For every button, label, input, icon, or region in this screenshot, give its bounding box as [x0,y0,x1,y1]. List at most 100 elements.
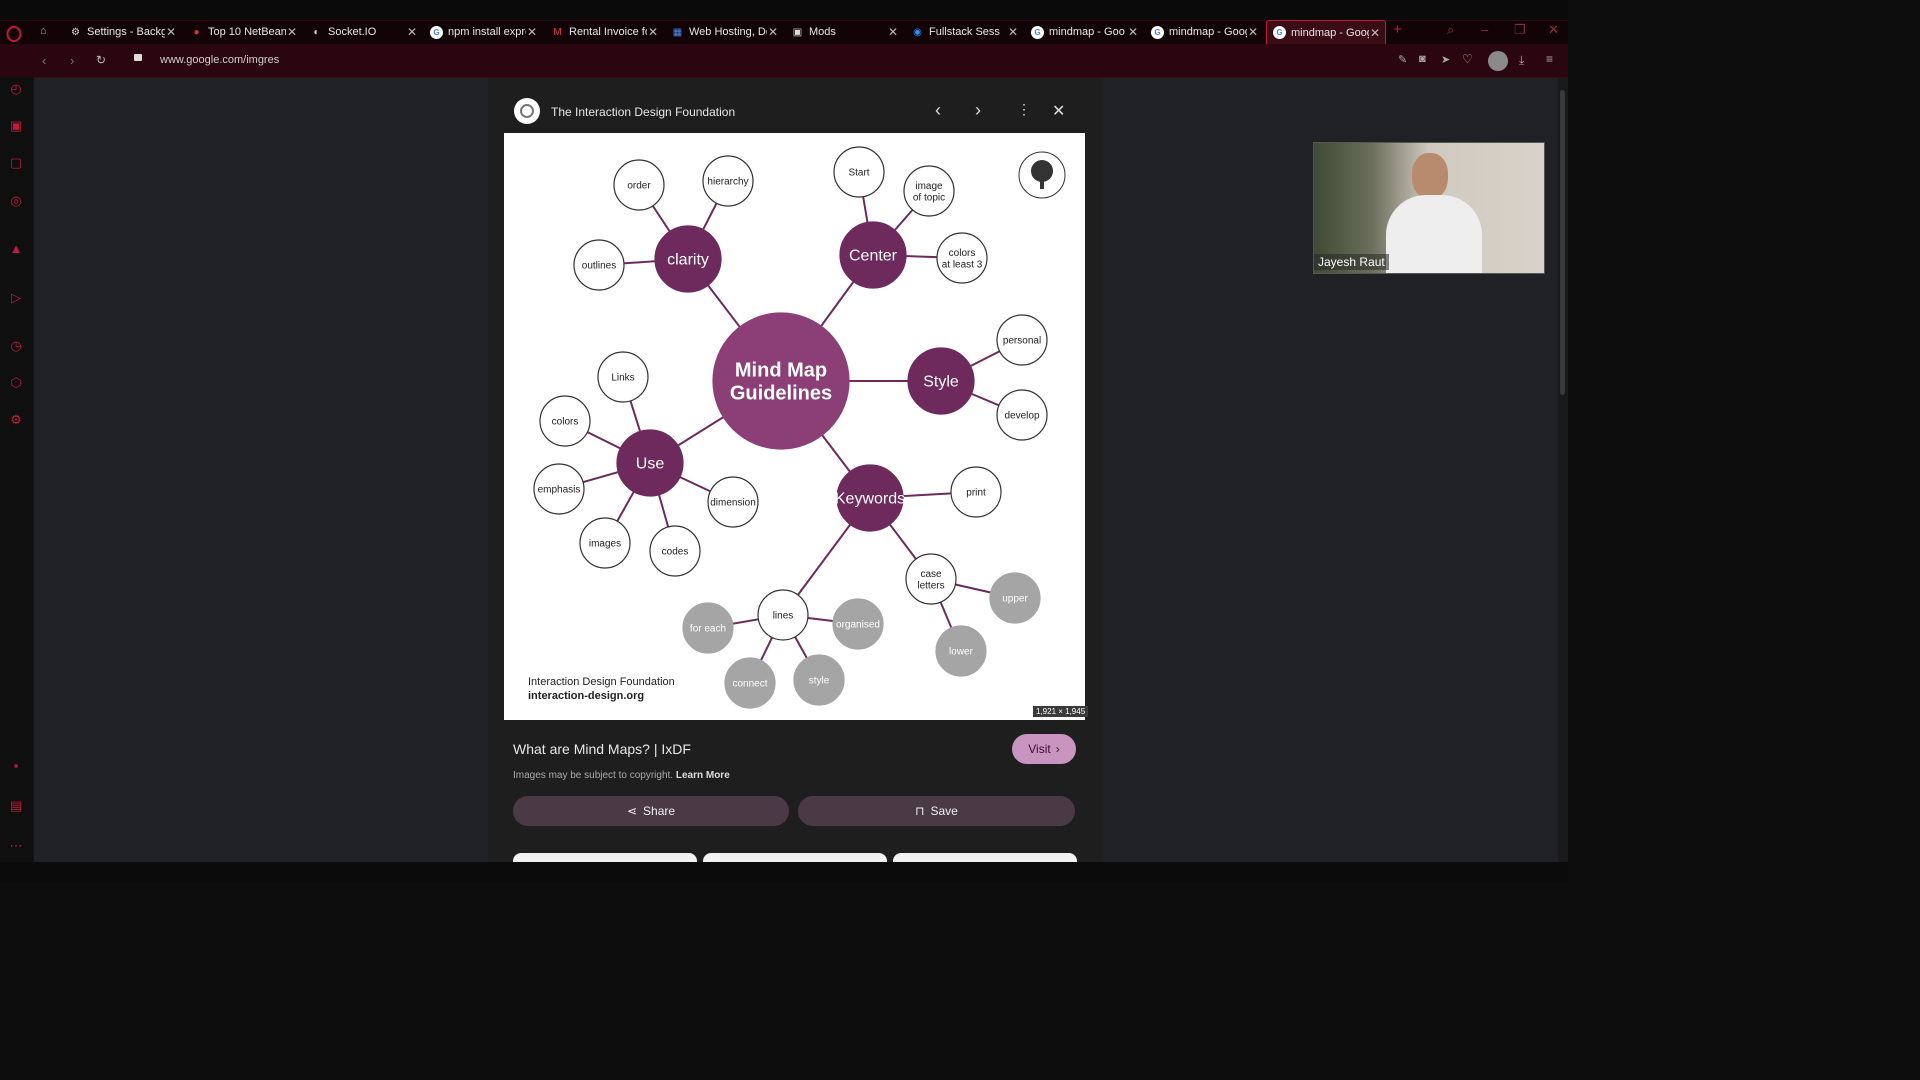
tab-close-icon[interactable]: ✕ [286,25,298,39]
opera-logo-icon[interactable] [6,26,22,42]
tab-search-icon[interactable]: ⌕ [1447,22,1454,38]
participant-head [1412,153,1448,199]
visit-button[interactable]: Visit › [1012,734,1076,764]
tab[interactable]: ● Top 10 NetBeans ✕ [184,20,302,44]
back-button[interactable]: ‹ [42,53,46,68]
tab-close-icon[interactable]: ✕ [406,25,418,39]
opera-icon: ● [193,26,200,38]
twitch-icon[interactable]: ▢ [8,155,24,171]
google-icon: G [1273,26,1286,39]
tab-title: npm install expre [448,26,526,38]
tab[interactable]: ▣ Mods ✕ [785,20,903,44]
menu-icon[interactable]: ≡ [1546,52,1553,66]
next-image-button[interactable]: › [975,100,981,121]
image-dimensions: 1,921 × 1,945 [1033,706,1089,717]
more-options-icon[interactable]: ⋮ [1017,101,1031,118]
mods-icon: ▣ [792,26,803,38]
scrollbar-thumb[interactable] [1560,90,1565,395]
tab[interactable]: Gmindmap - Goog ✕ [1145,20,1263,44]
pinned-app-icon[interactable]: ▪ [8,758,24,774]
tab-close-icon[interactable]: ✕ [165,25,177,39]
socketio-icon: ◐ [313,26,320,38]
share-button[interactable]: ⋖ Share [513,796,789,826]
tab-close-icon[interactable]: ✕ [647,25,659,39]
previous-image-button[interactable]: ‹ [935,100,941,121]
url-field[interactable]: www.google.com/imgres [160,54,279,66]
share-label: Share [643,804,676,818]
heart-icon[interactable]: ♡ [1462,52,1473,66]
grid-icon: ▦ [672,26,683,38]
google-icon: G [430,25,443,39]
tree-icon [1031,160,1053,182]
tab-title: Top 10 NetBeans [208,26,286,38]
profile-avatar[interactable] [1488,51,1508,71]
edit-icon[interactable]: ✎ [1398,53,1407,66]
mindmap-image[interactable]: Mind Map Guidelines clarity order hierarchy o… [504,133,1085,720]
gallery-icon[interactable]: ▤ [8,798,24,814]
visit-label: Visit [1028,742,1051,756]
save-button[interactable]: ⊓ Save [798,796,1075,826]
tab[interactable]: ◉ Fullstack Sess ✕ [905,20,1023,44]
speed-dial-icon[interactable]: ◴ [8,81,24,97]
leaf-label: outlines [582,261,616,272]
send-icon[interactable]: ➤ [1441,53,1450,66]
leaf-label: personal [1003,336,1041,347]
tab-title: Rental Invoice for [569,26,647,38]
settings-icon[interactable]: ⚙ [8,412,24,428]
download-icon[interactable]: ⤓ [1519,53,1524,68]
leaf-label: colors [552,417,579,428]
tab[interactable]: Gnpm install expre ✕ [424,20,542,44]
gamer-icon[interactable]: ⌂ [40,25,47,37]
source-name[interactable]: The Interaction Design Foundation [551,105,735,119]
leaf-label: emphasis [538,485,581,496]
tab[interactable]: ▦ Web Hosting, Do ✕ [665,20,783,44]
tab-title: Socket.IO [328,26,377,38]
tab-close-icon[interactable]: ✕ [1007,25,1019,39]
leaf-label: lower [949,647,974,658]
tab[interactable]: Gmindmap - Goo ✕ [1025,20,1143,44]
tab-close-icon[interactable]: ✕ [1369,26,1381,40]
tab-close-icon[interactable]: ✕ [526,25,538,39]
learn-more-link[interactable]: Learn More [676,770,730,781]
branch-keywords-label: Keywords [835,491,905,508]
more-icon[interactable]: ⋯ [8,838,24,854]
restore-button[interactable]: ❐ [1514,22,1526,38]
close-viewer-button[interactable]: ✕ [1052,101,1065,121]
forward-button[interactable]: › [70,53,74,68]
participant-body [1386,195,1482,273]
branch-style-label: Style [923,374,959,391]
briefcase-icon[interactable]: ▣ [8,118,24,134]
new-tab-button[interactable]: + [1393,21,1402,38]
aria-icon[interactable]: ▲ [8,241,24,257]
instagram-icon[interactable]: ◎ [8,193,24,209]
tab-active[interactable]: Gmindmap - Goog ✕ [1266,20,1386,44]
camera-icon[interactable]: ◙ [1419,53,1426,65]
tab-close-icon[interactable]: ✕ [887,25,899,39]
page-title[interactable]: What are Mind Maps? | IxDF [513,741,691,757]
history-icon[interactable]: ◷ [8,338,24,354]
minimize-button[interactable]: – [1481,22,1488,37]
reload-button[interactable]: ↻ [96,53,106,67]
bookmark-icon: ⊓ [915,804,925,818]
tab-close-icon[interactable]: ✕ [1127,25,1139,39]
leaf-label: lines [773,611,794,622]
gear-icon: ⚙ [71,26,80,38]
leaf-label: hierarchy [707,177,748,188]
tab-close-icon[interactable]: ✕ [767,25,779,39]
copyright-notice: Images may be subject to copyright. Lear… [513,770,730,781]
google-icon: G [1031,25,1044,39]
leaf-label: organised [836,620,880,631]
player-icon[interactable]: ▷ [8,290,24,306]
tab[interactable]: ⚙ Settings - Backgr ✕ [63,20,181,44]
cube-icon[interactable]: ⬡ [8,375,24,391]
close-window-button[interactable]: ✕ [1548,22,1559,38]
mindmap-diagram: Mind Map Guidelines clarity order hierarchy o… [528,146,1066,709]
share-icon: ⋖ [626,804,638,818]
leaf-label: connect [732,679,767,690]
tab[interactable]: M Rental Invoice for ✕ [545,20,663,44]
tab[interactable]: ◐ Socket.IO ✕ [304,20,422,44]
leaf-label: Start [848,168,869,179]
tab-close-icon[interactable]: ✕ [1247,25,1259,39]
source-favicon[interactable] [514,98,540,124]
leaf-label: images [589,539,621,550]
